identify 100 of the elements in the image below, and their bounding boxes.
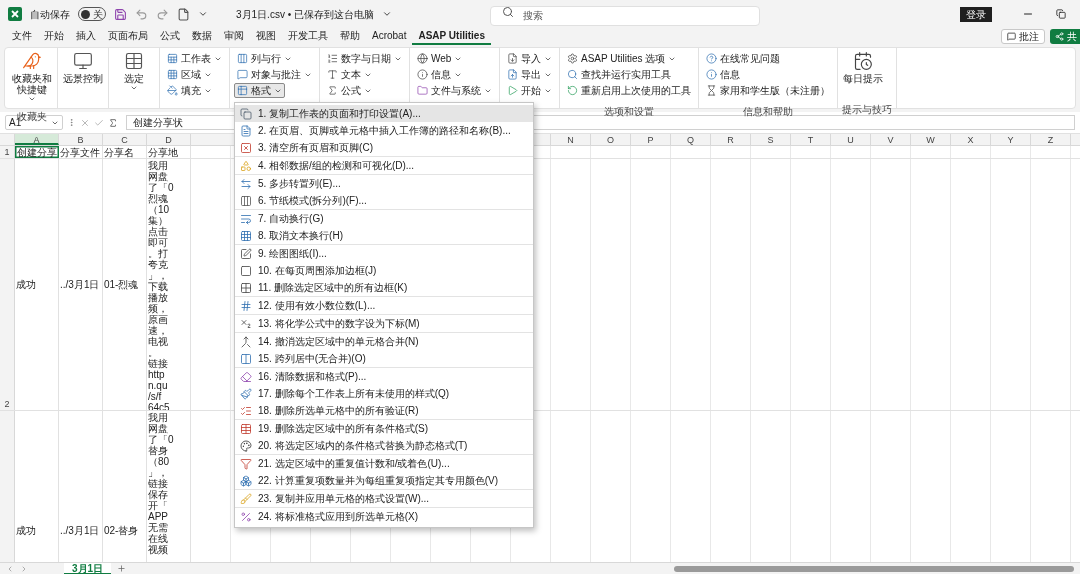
column-header[interactable]: X xyxy=(951,134,991,145)
ribbon-button[interactable]: ASAP Utilities 选项 xyxy=(564,51,680,66)
menu-item[interactable]: 5. 多步转置列(E)... xyxy=(235,175,533,192)
menu-item[interactable]: 8. 取消文本换行(H) xyxy=(235,227,533,244)
menu-item[interactable]: 10. 在每页周围添加边框(J) xyxy=(235,262,533,279)
ribbon-button[interactable]: Web xyxy=(414,51,466,66)
ribbon-tab[interactable]: 页面布局 xyxy=(102,28,154,45)
column-header[interactable]: Z xyxy=(1031,134,1071,145)
search-field[interactable]: 搜索 xyxy=(489,5,760,26)
customize-icon[interactable] xyxy=(198,9,208,19)
autosave-label: 自动保存 xyxy=(30,7,70,22)
ribbon-button[interactable]: 对象与批注 xyxy=(234,67,315,82)
menu-item[interactable]: 23. 复制并应用单元格的格式设置(W)... xyxy=(235,490,533,507)
ribbon-button[interactable]: 导入 xyxy=(504,51,555,66)
menu-item[interactable]: 16. 清除数据和格式(P)... xyxy=(235,368,533,385)
ribbon-large-button[interactable]: 选定 xyxy=(113,51,155,92)
column-header[interactable]: Q xyxy=(671,134,711,145)
cancel-icon[interactable] xyxy=(80,117,90,128)
ribbon-large-button[interactable]: 每日提示 xyxy=(842,51,884,84)
menu-item[interactable]: 9. 绘图图纸(I)... xyxy=(235,245,533,262)
column-header[interactable]: A xyxy=(15,134,59,145)
column-header[interactable]: O xyxy=(591,134,631,145)
ribbon-tab[interactable]: 公式 xyxy=(154,28,186,45)
ribbon-tab[interactable]: 插入 xyxy=(70,28,102,45)
menu-item[interactable]: 4. 相邻数据/组的检测和可视化(D)... xyxy=(235,157,533,174)
menu-item[interactable]: 24. 将标准格式应用到所选单元格(X) xyxy=(235,508,533,525)
menu-item[interactable]: 1. 复制工作表的页面和打印设置(A)... xyxy=(235,105,533,122)
menu-item[interactable]: 20. 将选定区域内的条件格式替换为静态格式(T) xyxy=(235,437,533,454)
ribbon-tab[interactable]: 帮助 xyxy=(334,28,366,45)
menu-item[interactable]: 15. 跨列居中(无合并)(O) xyxy=(235,350,533,367)
ribbon-tab[interactable]: 审阅 xyxy=(218,28,250,45)
signin-button[interactable]: 登录 xyxy=(960,6,992,22)
ribbon-tab[interactable]: 数据 xyxy=(186,28,218,45)
column-header[interactable]: W xyxy=(911,134,951,145)
ribbon-tab[interactable]: Acrobat xyxy=(366,28,413,45)
caret-icon[interactable] xyxy=(381,9,392,19)
previous-sheet-icon[interactable] xyxy=(6,564,14,573)
ribbon-tab[interactable]: 开始 xyxy=(38,28,70,45)
menu-item[interactable]: 7. 自动换行(G) xyxy=(235,210,533,227)
ribbon-button[interactable]: 填充 xyxy=(164,83,215,98)
ribbon-button[interactable]: 在线常见问题 xyxy=(703,51,783,66)
column-header[interactable]: R xyxy=(711,134,751,145)
ribbon-button[interactable]: 文件与系统 xyxy=(414,83,495,98)
column-header[interactable]: Y xyxy=(991,134,1031,145)
ribbon-button[interactable]: 区域 xyxy=(164,67,215,82)
ribbon-button[interactable]: 开始 xyxy=(504,83,555,98)
ribbon-tab[interactable]: 开发工具 xyxy=(282,28,334,45)
column-header[interactable]: C xyxy=(103,134,147,145)
menu-item[interactable]: 22. 计算重复项数量并为每组重复项指定其专用颜色(V) xyxy=(235,472,533,489)
restore-icon[interactable] xyxy=(1056,9,1066,19)
column-header[interactable]: U xyxy=(831,134,871,145)
ribbon-tab[interactable]: ASAP Utilities xyxy=(412,28,491,45)
menu-item[interactable]: 18. 删除所选单元格中的所有验证(R) xyxy=(235,402,533,419)
sheet-tab[interactable]: 3月1日 xyxy=(64,562,112,574)
ribbon-button[interactable]: 公式 xyxy=(324,83,375,98)
undo-icon[interactable] xyxy=(135,7,148,21)
column-header[interactable]: D xyxy=(147,134,191,145)
row-header[interactable]: 2 xyxy=(0,159,15,410)
column-header[interactable]: B xyxy=(59,134,103,145)
comments-button[interactable]: 批注 xyxy=(1001,29,1045,44)
ribbon-button[interactable]: 格式 xyxy=(234,83,285,98)
ribbon-button[interactable]: 数字与日期 xyxy=(324,51,405,66)
save-icon[interactable] xyxy=(114,7,127,21)
row-header[interactable]: 1 xyxy=(0,146,15,158)
menu-item[interactable]: 12. 使用有效小数位数(L)... xyxy=(235,297,533,314)
cell-text-line: 视频 xyxy=(148,544,168,555)
column-header[interactable]: P xyxy=(631,134,671,145)
ribbon-tab[interactable]: 视图 xyxy=(250,28,282,45)
ribbon-button[interactable]: 信息 xyxy=(703,67,743,82)
menu-item[interactable]: 11. 删除选定区域中的所有边框(K) xyxy=(235,279,533,296)
ribbon-button[interactable]: 重新启用上次使用的工具 xyxy=(564,83,694,98)
enter-icon[interactable] xyxy=(94,117,104,128)
ribbon-button[interactable]: 家用和学生版（未注册） xyxy=(703,83,833,98)
menu-item[interactable]: 17. 删除每个工作表上所有未使用的样式(Q) xyxy=(235,385,533,402)
ribbon-tab[interactable]: 文件 xyxy=(6,28,38,45)
next-sheet-icon[interactable] xyxy=(20,564,28,573)
ribbon-button[interactable]: 查找并运行实用工具 xyxy=(564,67,674,82)
ribbon-large-button[interactable]: 远景控制 xyxy=(62,51,104,84)
ribbon-button[interactable]: 工作表 xyxy=(164,51,225,66)
menu-item[interactable]: 21. 选定区域中的重复值计数和/或着色(U)... xyxy=(235,455,533,472)
ribbon-button[interactable]: 导出 xyxy=(504,67,555,82)
horizontal-scrollbar[interactable] xyxy=(674,565,1074,572)
menu-item[interactable]: 14. 撤消选定区域中的单元格合并(N) xyxy=(235,333,533,350)
ribbon-button[interactable]: 信息 xyxy=(414,67,465,82)
column-header[interactable]: S xyxy=(751,134,791,145)
menu-item[interactable]: 3. 清空所有页眉和页脚(C) xyxy=(235,139,533,156)
menu-item[interactable]: 13. 将化学公式中的数字设为下标(M) xyxy=(235,315,533,332)
redo-icon[interactable] xyxy=(156,7,169,21)
ribbon-button[interactable]: 文本 xyxy=(324,67,375,82)
file-icon[interactable] xyxy=(177,7,190,21)
column-header[interactable]: N xyxy=(551,134,591,145)
column-header[interactable]: T xyxy=(791,134,831,145)
add-sheet-icon[interactable] xyxy=(117,564,127,573)
column-header[interactable]: V xyxy=(871,134,911,145)
menu-item[interactable]: 19. 删除选定区域中的所有条件格式(S) xyxy=(235,420,533,437)
ribbon-button[interactable]: 列与行 xyxy=(234,51,295,66)
menu-item[interactable]: 6. 节纸模式(拆分列)(F)... xyxy=(235,192,533,209)
sigma-icon[interactable] xyxy=(108,117,118,128)
share-button[interactable]: 共 xyxy=(1050,29,1080,44)
ribbon-large-button[interactable]: 收藏夹和快捷键 xyxy=(11,51,53,103)
